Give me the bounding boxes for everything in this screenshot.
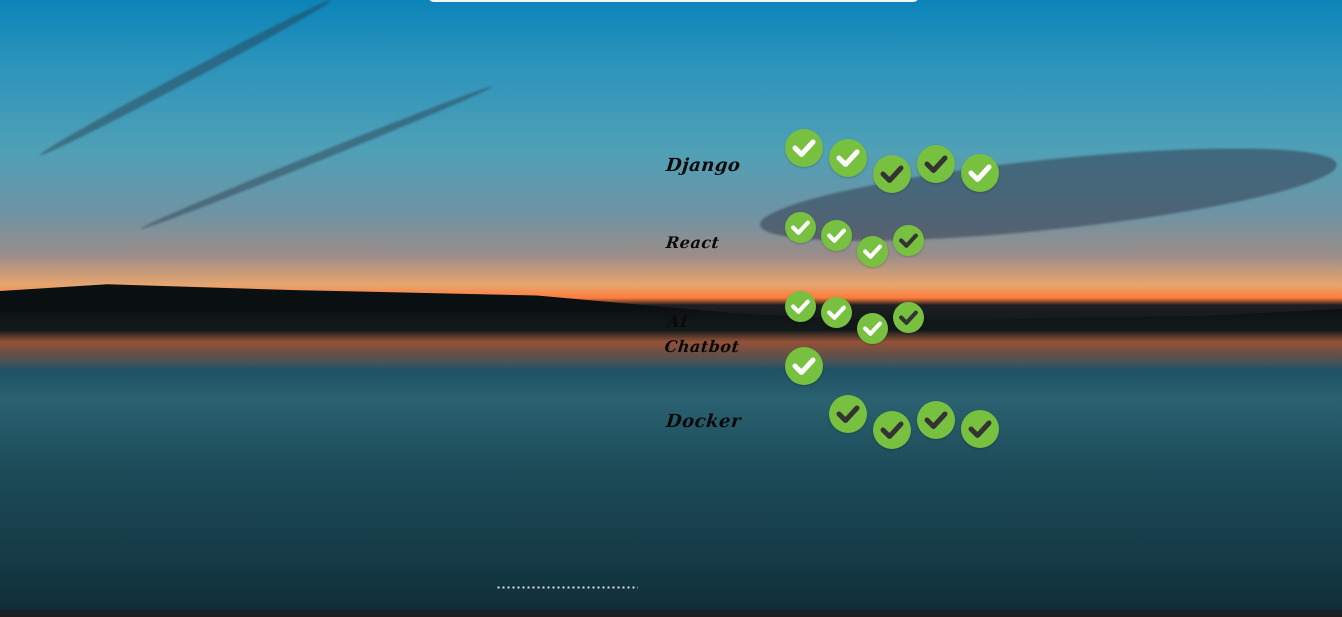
check-circle-icon: [857, 236, 888, 267]
check-circle-icon: [873, 411, 911, 449]
check-circle-icon: [821, 297, 852, 328]
check-circle-icon: [785, 347, 823, 385]
check-circle-icon: [829, 395, 867, 433]
check-circle-icon: [893, 225, 924, 256]
check-circle-icon: [829, 139, 867, 177]
check-circle-icon: [961, 410, 999, 448]
skill-label-docker: Docker: [664, 411, 743, 432]
skill-label-react: React: [665, 233, 721, 252]
check-circle-icon: [785, 291, 816, 322]
taskbar[interactable]: [0, 610, 1342, 617]
skill-label-ai-chatbot: AI Chatbot: [663, 312, 741, 356]
check-circle-icon: [785, 129, 823, 167]
check-circle-icon: [917, 145, 955, 183]
check-circle-icon: [785, 212, 816, 243]
dock-indicator[interactable]: [496, 586, 638, 589]
check-circle-icon: [873, 155, 911, 193]
check-circle-icon: [821, 220, 852, 251]
check-circle-icon: [917, 401, 955, 439]
top-panel[interactable]: [428, 0, 919, 2]
check-circle-icon: [857, 313, 888, 344]
skill-label-django: Django: [664, 155, 742, 176]
check-circle-icon: [893, 302, 924, 333]
check-circle-icon: [961, 154, 999, 192]
